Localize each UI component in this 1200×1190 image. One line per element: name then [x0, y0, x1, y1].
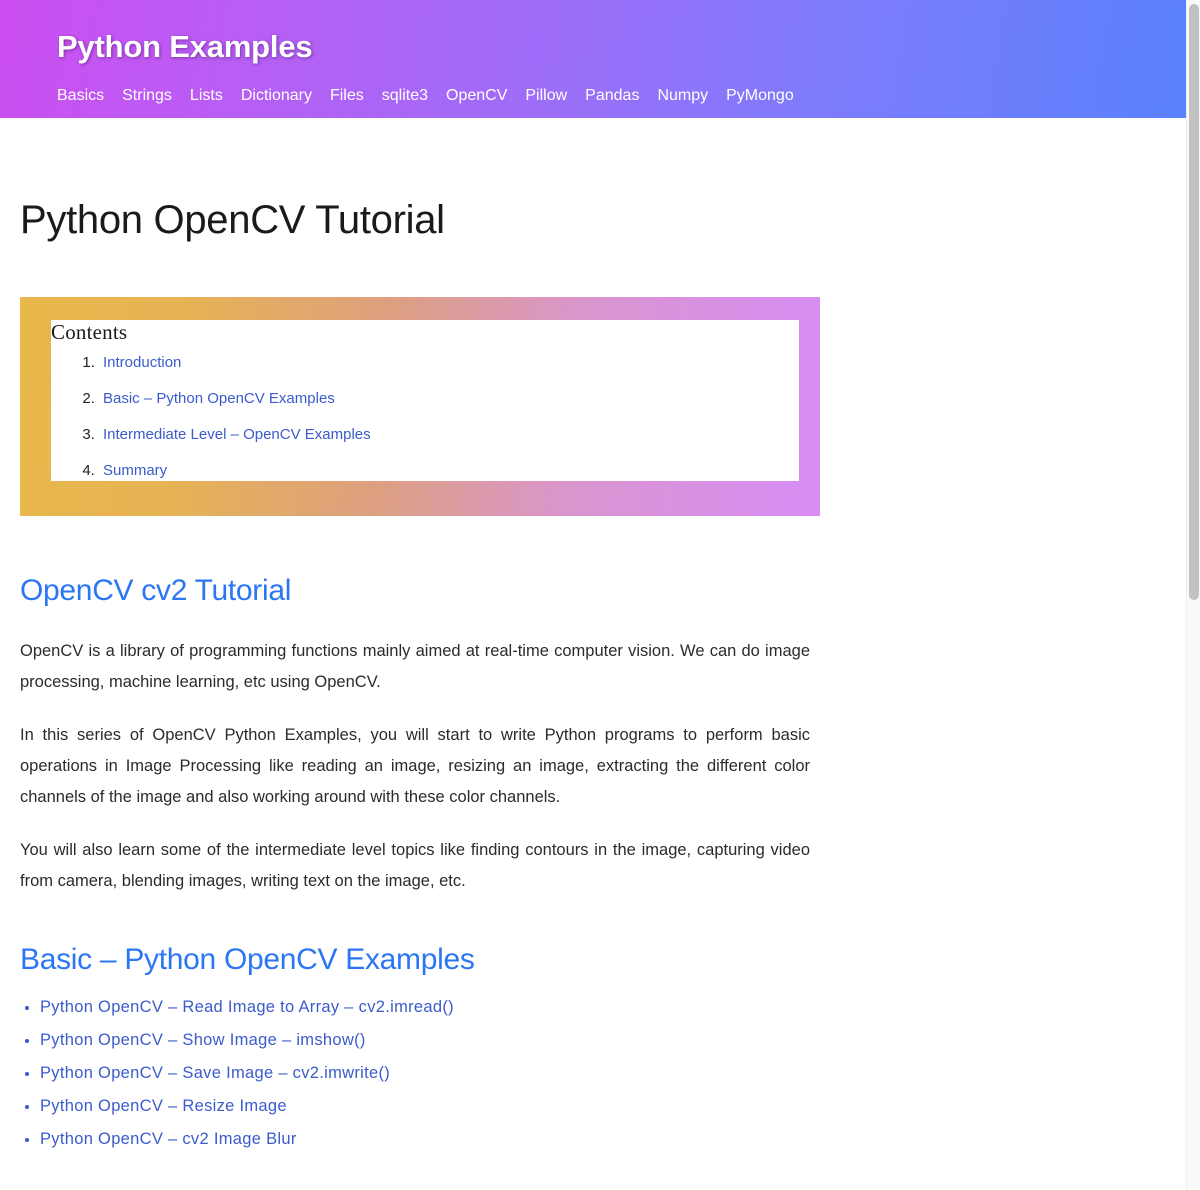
- contents-list-item: Basic – Python OpenCV Examples: [99, 389, 799, 409]
- nav-link-sqlite3[interactable]: sqlite3: [382, 85, 428, 107]
- nav-link-pandas[interactable]: Pandas: [585, 85, 639, 107]
- basic-example-link-2[interactable]: Python OpenCV – Show Image – imshow(): [40, 1031, 366, 1049]
- contents-list-item: Summary: [99, 461, 799, 481]
- paragraph-intro: OpenCV is a library of programming funct…: [20, 636, 810, 698]
- contents-link-2[interactable]: Basic – Python OpenCV Examples: [103, 390, 335, 407]
- site-title: Python Examples: [57, 29, 312, 65]
- nav-link-pymongo[interactable]: PyMongo: [726, 85, 794, 107]
- paragraph-series: In this series of OpenCV Python Examples…: [20, 720, 810, 813]
- basic-example-link-5[interactable]: Python OpenCV – cv2 Image Blur: [40, 1130, 297, 1148]
- nav-link-numpy[interactable]: Numpy: [657, 85, 708, 107]
- basic-example-link-4[interactable]: Python OpenCV – Resize Image: [40, 1097, 287, 1115]
- list-item: Python OpenCV – Resize Image: [40, 1094, 840, 1119]
- main-content: Python OpenCV Tutorial Contents Introduc…: [0, 118, 840, 1152]
- paragraph-intermediate: You will also learn some of the intermed…: [20, 835, 810, 897]
- nav-link-files[interactable]: Files: [330, 85, 364, 107]
- section-heading-basic: Basic – Python OpenCV Examples: [20, 941, 840, 979]
- contents-link-4[interactable]: Summary: [103, 462, 167, 479]
- list-item: Python OpenCV – Show Image – imshow(): [40, 1028, 840, 1053]
- contents-list-item: Intermediate Level – OpenCV Examples: [99, 425, 799, 445]
- basic-example-link-1[interactable]: Python OpenCV – Read Image to Array – cv…: [40, 998, 454, 1016]
- contents-link-1[interactable]: Introduction: [103, 354, 181, 371]
- site-header: Python Examples Basics Strings Lists Dictio…: [0, 0, 1186, 118]
- nav-link-strings[interactable]: Strings: [122, 85, 172, 107]
- page-viewport: Python Examples Basics Strings Lists Dictio…: [0, 0, 1186, 1190]
- nav-link-opencv[interactable]: OpenCV: [446, 85, 507, 107]
- contents-list: Introduction Basic – Python OpenCV Exampl…: [51, 353, 799, 481]
- contents-box: Contents Introduction Basic – Python Open…: [20, 297, 820, 516]
- nav-link-lists[interactable]: Lists: [190, 85, 223, 107]
- basic-examples-list: Python OpenCV – Read Image to Array – cv…: [20, 995, 840, 1152]
- list-item: Python OpenCV – cv2 Image Blur: [40, 1127, 840, 1152]
- nav-link-basics[interactable]: Basics: [57, 85, 104, 107]
- section-basic-examples: Basic – Python OpenCV Examples Python Op…: [20, 897, 840, 1152]
- list-item: Python OpenCV – Save Image – cv2.imwrite…: [40, 1061, 840, 1086]
- list-item: Python OpenCV – Read Image to Array – cv…: [40, 995, 840, 1020]
- main-navigation: Basics Strings Lists Dictionary Files sqlite3…: [57, 85, 794, 107]
- nav-link-pillow[interactable]: Pillow: [525, 85, 567, 107]
- vertical-scrollbar-thumb[interactable]: [1189, 4, 1199, 600]
- nav-link-dictionary[interactable]: Dictionary: [241, 85, 312, 107]
- vertical-scrollbar[interactable]: [1186, 0, 1200, 1190]
- contents-heading: Contents: [51, 320, 799, 345]
- page-title: Python OpenCV Tutorial: [20, 118, 840, 244]
- section-opencv-cv2-tutorial: OpenCV cv2 Tutorial OpenCV is a library …: [20, 516, 840, 897]
- contents-list-item: Introduction: [99, 353, 799, 373]
- basic-example-link-3[interactable]: Python OpenCV – Save Image – cv2.imwrite…: [40, 1064, 390, 1082]
- contents-link-3[interactable]: Intermediate Level – OpenCV Examples: [103, 426, 371, 443]
- section-heading-tutorial: OpenCV cv2 Tutorial: [20, 572, 840, 610]
